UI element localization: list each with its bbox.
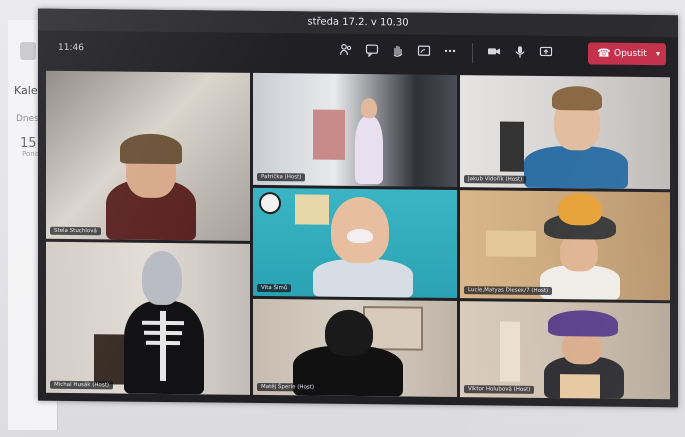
toolbar-divider	[472, 43, 473, 64]
chat-icon[interactable]	[364, 43, 380, 59]
dark-chair	[500, 121, 524, 172]
participant-video	[313, 258, 413, 298]
wall-poster	[295, 194, 329, 225]
participant-name: Lucie,Matyas Dlesek/7 (Host)	[464, 286, 553, 296]
raise-hand-icon[interactable]	[390, 43, 406, 59]
calendar-day-number: 15	[20, 136, 37, 151]
meeting-timer: 11:46	[58, 42, 84, 54]
camera-icon[interactable]	[486, 44, 502, 60]
participant-name: Stela Stuchlová	[50, 226, 101, 236]
soccer-ball-picture	[259, 191, 281, 215]
leave-button[interactable]: ☎ Opustit ▾	[588, 42, 666, 66]
participant-face	[361, 98, 377, 119]
window-light	[500, 321, 520, 382]
participant-name: Jakub Vidořík (Host)	[464, 175, 527, 184]
video-tile[interactable]: Viktor Holubová (Host)	[460, 301, 670, 400]
video-tile[interactable]: Lucie,Matyas Dlesek/7 (Host)	[460, 190, 670, 301]
video-tile[interactable]: Vita Šimů	[253, 187, 457, 299]
share-tray-icon[interactable]	[416, 44, 432, 60]
people-icon[interactable]	[338, 43, 354, 59]
mic-icon[interactable]	[512, 45, 528, 61]
video-tile[interactable]: Stela Stuchlová	[46, 70, 250, 241]
skeleton-rib	[144, 330, 182, 336]
participant-video	[355, 115, 383, 185]
participant-face	[325, 309, 373, 357]
participant-name: Vita Šimů	[257, 283, 292, 293]
pink-cabinet	[313, 109, 345, 160]
chevron-down-icon[interactable]: ▾	[656, 43, 660, 65]
share-screen-icon[interactable]	[538, 45, 554, 61]
video-tile[interactable]: Matěj Šperle (Host)	[253, 298, 457, 398]
participant-face	[142, 250, 182, 306]
today-label[interactable]: Dnes	[16, 114, 39, 124]
colorful-hat	[558, 193, 602, 226]
app-icon	[20, 42, 36, 60]
participant-name: Michal Husák (Host)	[50, 380, 114, 390]
bunny-nose-paint	[347, 228, 373, 244]
dark-chair	[94, 334, 124, 385]
video-grid: Stela Stuchlová Patrička (Host) Jakub Vi…	[46, 70, 670, 400]
participant-video	[124, 300, 204, 395]
desk-shelf	[486, 230, 536, 257]
participant-hair	[552, 86, 602, 111]
skeleton-rib	[146, 340, 180, 346]
participant-name: Viktor Holubová (Host)	[464, 385, 535, 394]
leave-button-label: Opustit	[614, 48, 647, 60]
video-tile[interactable]: Michal Husák (Host)	[46, 241, 250, 395]
book	[560, 374, 600, 399]
participant-video	[524, 145, 628, 189]
witch-hat	[548, 309, 618, 337]
video-tile[interactable]: Jakub Vidořík (Host)	[460, 75, 670, 190]
video-tile[interactable]: Patrička (Host)	[253, 72, 457, 188]
meeting-title: středa 17.2. v 10.30	[307, 16, 409, 29]
cat-ears-headband	[120, 133, 182, 165]
more-icon[interactable]	[442, 44, 458, 60]
phone-hangup-icon: ☎	[597, 46, 611, 60]
meeting-toolbar: 11:46 ☎ Opustit ▾	[38, 30, 678, 74]
teams-meeting-window: středa 17.2. v 10.30 11:46 ☎ Opustit ▾ S…	[38, 8, 678, 408]
participant-name: Patrička (Host)	[257, 172, 306, 182]
skeleton-rib	[142, 320, 184, 326]
participant-name: Matěj Šperle (Host)	[257, 382, 319, 392]
